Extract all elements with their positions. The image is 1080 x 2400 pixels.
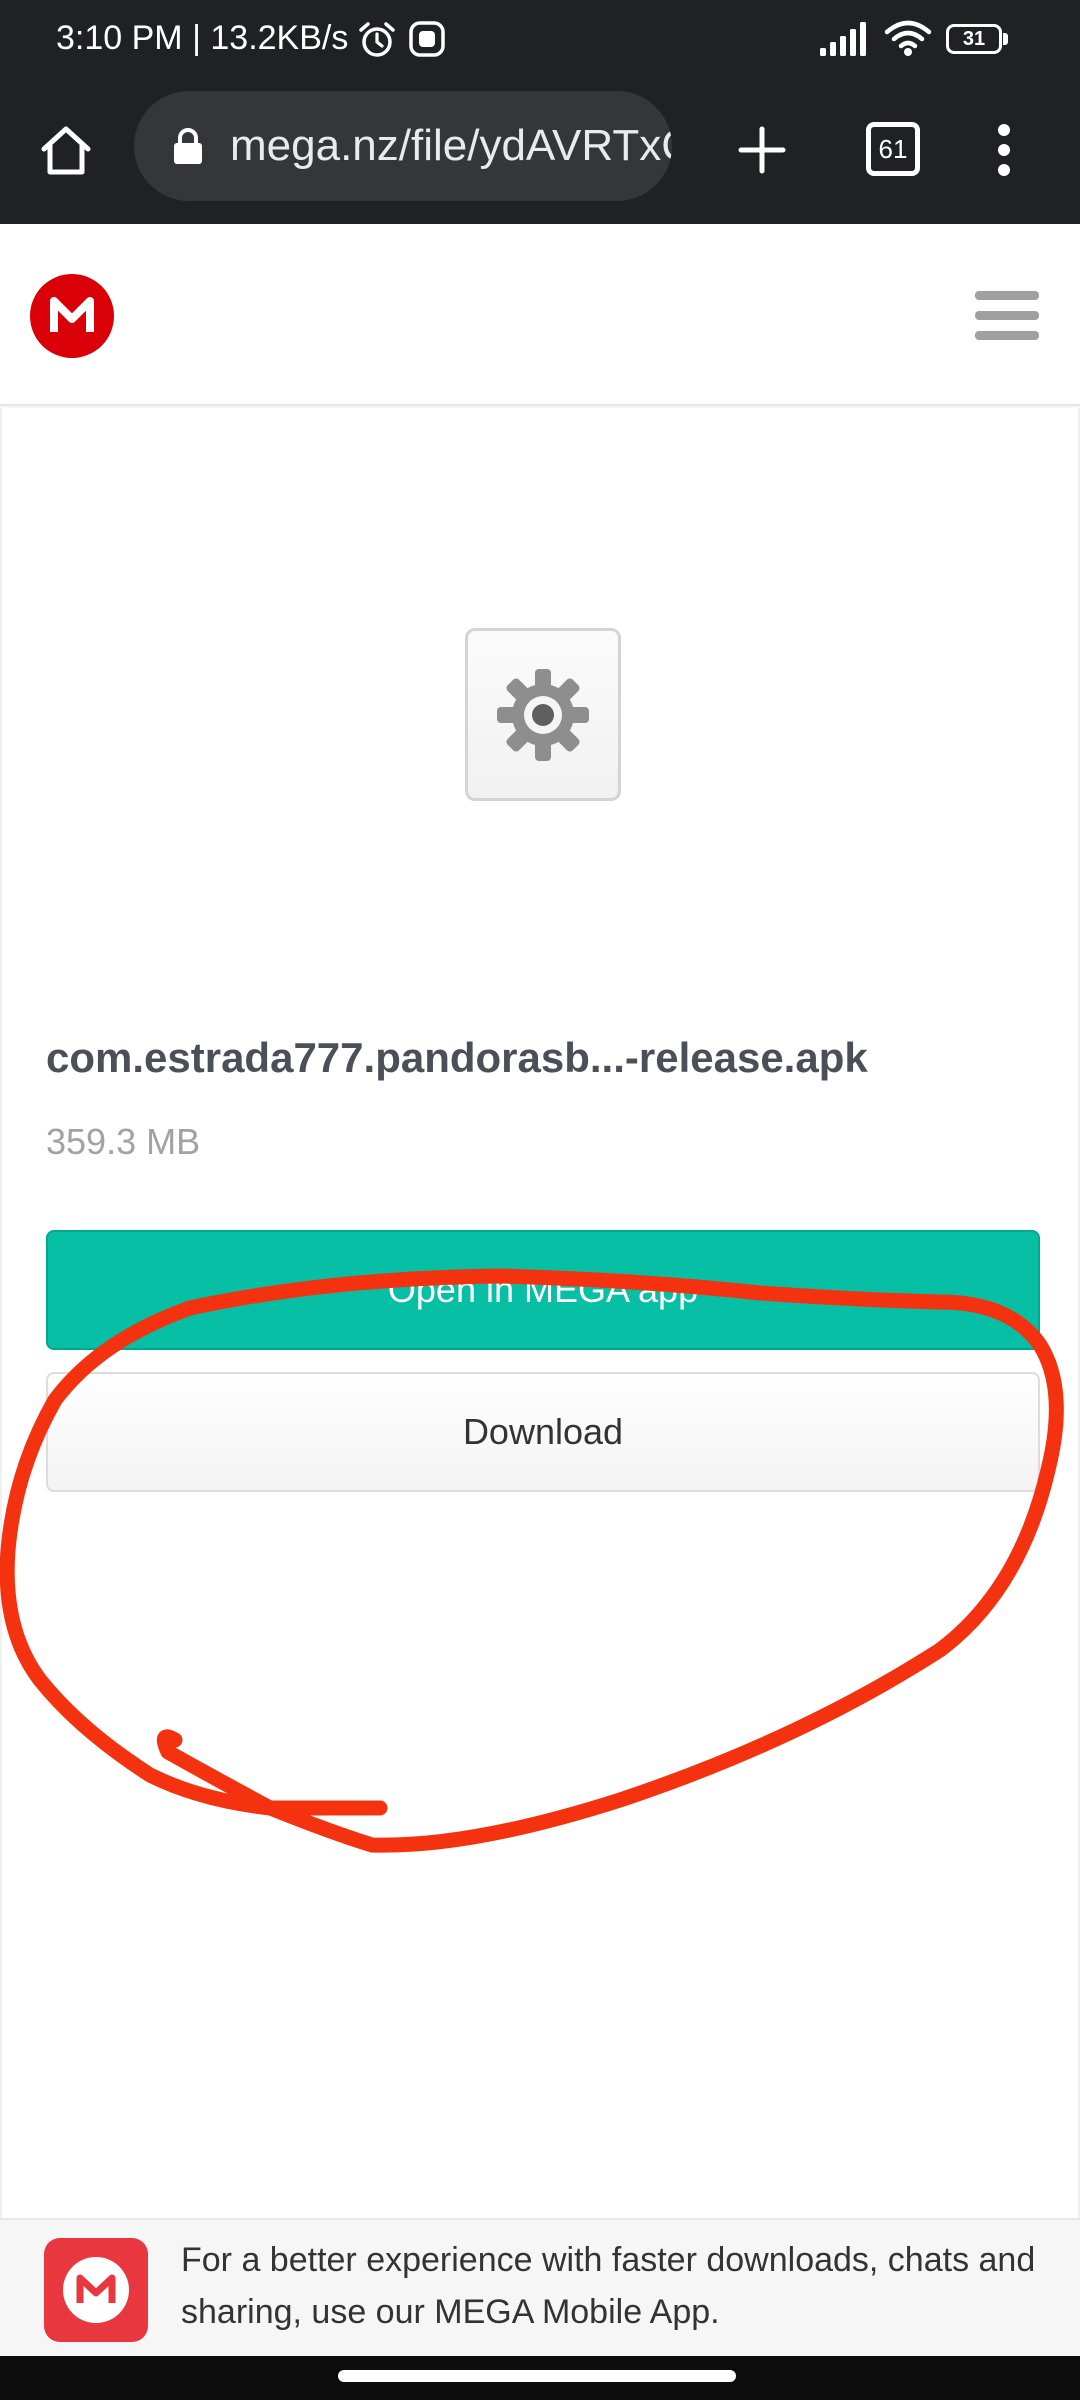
file-size: 359.3 MB bbox=[46, 1121, 201, 1162]
file-type-thumbnail bbox=[465, 628, 621, 801]
wifi-icon bbox=[884, 20, 932, 56]
lock-icon bbox=[174, 128, 202, 164]
status-time-and-speed: 3:10 PM | 13.2KB/s bbox=[56, 16, 348, 60]
status-separator: | bbox=[192, 19, 201, 57]
home-gesture-handle[interactable] bbox=[338, 2370, 736, 2382]
tab-switcher-button[interactable]: 61 bbox=[866, 122, 920, 176]
tab-count: 61 bbox=[878, 133, 908, 164]
open-in-mega-app-button[interactable]: Open in MEGA app bbox=[46, 1230, 1040, 1350]
battery-icon: 31 bbox=[946, 24, 1008, 54]
hamburger-menu-button[interactable] bbox=[975, 291, 1039, 341]
mega-app-icon bbox=[63, 2257, 129, 2323]
settings-gear-icon bbox=[497, 668, 589, 761]
mega-app-banner[interactable]: For a better experience with faster down… bbox=[0, 2218, 1080, 2356]
browser-toolbar: mega.nz/file/ydAVRTxCP# 61 bbox=[0, 76, 1080, 224]
home-button[interactable] bbox=[26, 110, 106, 190]
signal-icon bbox=[820, 22, 866, 56]
battery-level: 31 bbox=[962, 27, 986, 50]
status-bar: 3:10 PM | 13.2KB/s 31 bbox=[0, 0, 1080, 76]
status-network-speed: 13.2KB/s bbox=[210, 19, 349, 57]
status-time: 3:10 PM bbox=[56, 19, 183, 57]
plus-icon bbox=[738, 126, 786, 174]
new-tab-button[interactable] bbox=[722, 110, 802, 190]
app-notification-icon bbox=[409, 21, 445, 57]
site-header bbox=[0, 224, 1080, 406]
alarm-icon bbox=[359, 22, 395, 57]
address-bar[interactable]: mega.nz/file/ydAVRTxCP# bbox=[134, 91, 672, 201]
file-download-page: com.estrada777.pandorasb...-release.apk … bbox=[0, 408, 1080, 2218]
more-vert-icon bbox=[998, 124, 1010, 176]
mega-logo[interactable] bbox=[30, 274, 114, 358]
file-name: com.estrada777.pandorasb...-release.apk bbox=[46, 1034, 868, 1081]
mega-logo-icon bbox=[30, 274, 114, 358]
download-button[interactable]: Download bbox=[46, 1372, 1040, 1492]
app-banner-text: For a better experience with faster down… bbox=[181, 2241, 1036, 2331]
home-icon bbox=[41, 126, 91, 175]
system-navigation-bar bbox=[0, 2356, 1080, 2400]
browser-menu-button[interactable] bbox=[982, 110, 1026, 190]
url-text: mega.nz/file/ydAVRTxCP# bbox=[230, 121, 672, 170]
mega-app-logo[interactable] bbox=[44, 2238, 148, 2342]
